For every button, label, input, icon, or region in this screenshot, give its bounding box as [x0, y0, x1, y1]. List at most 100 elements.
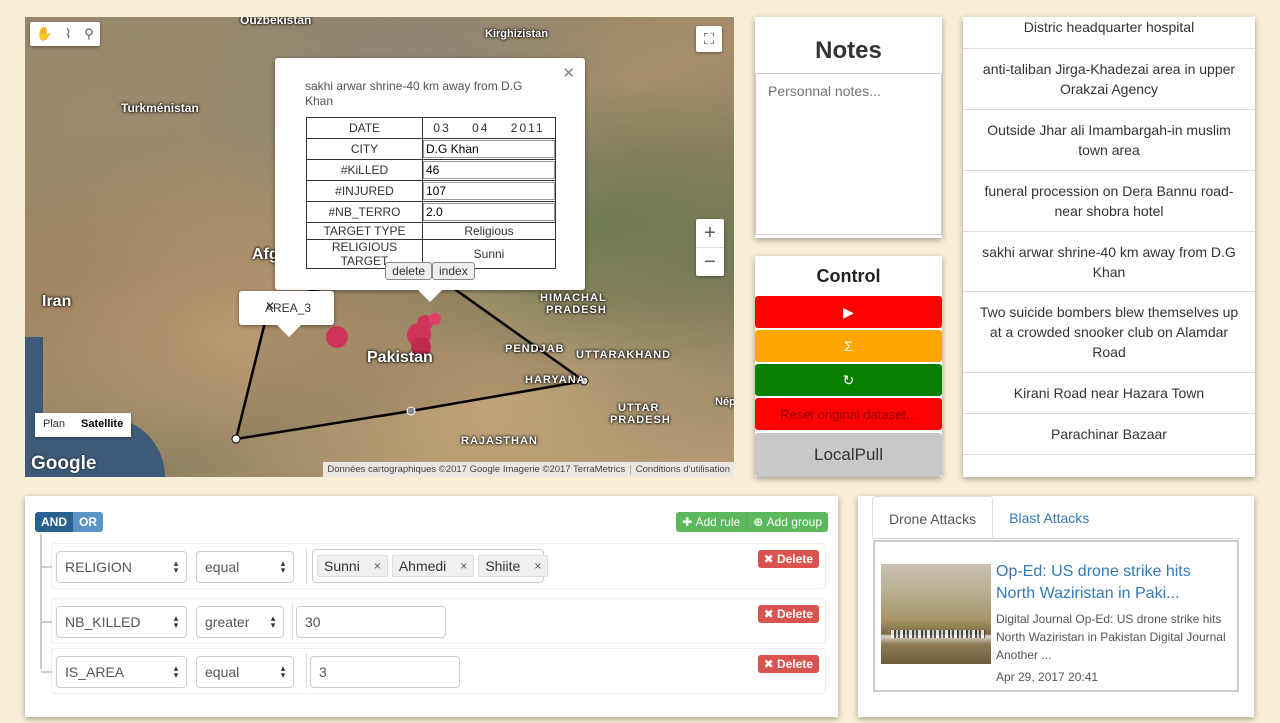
- map-attribution: Données cartographiques ©2017 Google Ima…: [323, 462, 734, 477]
- injured-label: #INJURED: [306, 180, 423, 202]
- article-title[interactable]: Op-Ed: US drone strike hits North Waziri…: [996, 561, 1226, 605]
- date-value[interactable]: 03 04 2011: [422, 117, 556, 139]
- tag-label: Ahmedi: [398, 558, 447, 574]
- map-type-control[interactable]: Plan Satellite: [35, 413, 132, 437]
- map-label-nepal: Nép: [715, 396, 734, 408]
- operator-select[interactable]: equal: [196, 551, 294, 583]
- news-article[interactable]: Op-Ed: US drone strike hits North Waziri…: [873, 540, 1239, 692]
- add-rule-label: Add rule: [695, 515, 741, 529]
- refresh-button[interactable]: ↻: [755, 364, 942, 396]
- attribution-text: Données cartographiques ©2017 Google Ima…: [327, 464, 626, 475]
- nb-terro-input[interactable]: [423, 203, 555, 221]
- map[interactable]: Ouzbékistan Kirghizistan Turkménistan Af…: [25, 17, 734, 477]
- remove-tag-icon[interactable]: ×: [460, 559, 467, 573]
- remove-tag-icon[interactable]: ×: [374, 559, 381, 573]
- delete-event-button[interactable]: delete: [385, 262, 432, 280]
- tab-drone-attacks[interactable]: Drone Attacks: [872, 496, 994, 538]
- google-logo: Google: [31, 453, 97, 474]
- value-input[interactable]: 3: [310, 656, 460, 688]
- list-item[interactable]: Distric headquarter hospital: [963, 17, 1255, 49]
- delete-label: Delete: [776, 657, 813, 671]
- map-label-uttarakhand: UTTARAKHAND: [576, 349, 672, 361]
- control-panel: Control ▶ Σ ↻ Reset original dataset... …: [755, 256, 942, 477]
- add-group-label: Add group: [766, 515, 822, 529]
- map-label-uzbekistan: Ouzbékistan: [240, 17, 312, 27]
- list-item[interactable]: anti-taliban Jirga-Khadezai area in uppe…: [963, 49, 1255, 110]
- map-label-himachal: HIMACHAL: [540, 292, 607, 304]
- map-label-haryana: HARYANA: [525, 374, 586, 386]
- city-input[interactable]: [423, 140, 555, 158]
- rule-row: IS_AREA equal 3 ✖ Delete: [41, 648, 826, 694]
- map-drawing-tools[interactable]: ✋ ⌇ ⚲: [30, 22, 100, 46]
- notes-title: Notes: [815, 37, 882, 64]
- list-item[interactable]: Kirani Road near Hazara Town: [963, 373, 1255, 414]
- map-label-pakistan: Pakistan: [367, 349, 433, 366]
- delete-label: Delete: [776, 607, 813, 621]
- delete-rule-button[interactable]: ✖ Delete: [757, 550, 819, 568]
- field-select[interactable]: NB_KILLED: [56, 606, 187, 638]
- operator-select[interactable]: equal: [196, 656, 294, 688]
- notes-textarea[interactable]: [755, 73, 942, 235]
- list-item[interactable]: Parachinar Bazaar: [963, 414, 1255, 455]
- localpull-button[interactable]: LocalPull: [755, 433, 942, 477]
- field-select[interactable]: IS_AREA: [56, 656, 187, 688]
- query-builder: AND OR ✚ Add rule ⊕ Add group RELIGION e…: [25, 496, 838, 717]
- polyline-icon[interactable]: ⌇: [65, 26, 71, 42]
- tag: Ahmedi ×: [391, 555, 475, 577]
- map-label-iran: Iran: [42, 293, 72, 310]
- list-item[interactable]: funeral procession on Dera Bannu road-ne…: [963, 171, 1255, 232]
- marker-icon[interactable]: ⚲: [84, 26, 94, 42]
- fullscreen-button[interactable]: ⛶: [696, 26, 722, 52]
- reset-dataset-button[interactable]: Reset original dataset...: [755, 398, 942, 430]
- list-item[interactable]: Outside Jhar ali Imambargah-in muslim to…: [963, 110, 1255, 171]
- news-panel: Drone Attacks Blast Attacks Op-Ed: US dr…: [858, 496, 1254, 717]
- info-window-title: sakhi arwar shrine-40 km away from D.G K…: [305, 79, 523, 108]
- delete-rule-button[interactable]: ✖ Delete: [757, 605, 819, 623]
- event-details-table: DATE 03 04 2011 CITY #KiLLED #INJURED #N…: [306, 117, 556, 269]
- map-type-plan[interactable]: Plan: [35, 413, 73, 437]
- rule-row: RELIGION equal Sunni × Ahmedi × Shiite × ✖ …: [41, 543, 826, 589]
- delete-rule-button[interactable]: ✖ Delete: [757, 655, 819, 673]
- injured-input[interactable]: [423, 182, 555, 200]
- zoom-out-button[interactable]: −: [696, 248, 724, 276]
- killed-label: #KiLLED: [306, 159, 423, 181]
- zoom-control[interactable]: + −: [696, 219, 724, 276]
- notes-panel: Notes: [755, 17, 942, 238]
- article-image[interactable]: [881, 564, 991, 664]
- sigma-icon: Σ: [844, 338, 853, 354]
- tag: Sunni ×: [317, 555, 388, 577]
- article-date: Apr 29, 2017 20:41: [996, 670, 1099, 684]
- add-group-button[interactable]: ⊕ Add group: [747, 512, 828, 532]
- value-tags[interactable]: Sunni × Ahmedi × Shiite ×: [312, 549, 549, 583]
- close-icon[interactable]: ✕: [562, 64, 575, 82]
- sum-button[interactable]: Σ: [755, 330, 942, 362]
- target-type-value: Religious: [422, 222, 556, 240]
- and-button[interactable]: AND: [35, 512, 73, 532]
- close-icon[interactable]: ✕: [265, 299, 326, 313]
- nb-terro-label: #NB_TERRO: [306, 201, 423, 223]
- tag: Shiite ×: [478, 555, 549, 577]
- killed-input[interactable]: [423, 161, 555, 179]
- target-type-label: TARGET TYPE: [306, 222, 423, 240]
- field-select[interactable]: RELIGION: [56, 551, 187, 583]
- map-label-turkmenistan: Turkménistan: [121, 101, 199, 115]
- delete-label: Delete: [776, 552, 813, 566]
- list-item[interactable]: sakhi arwar shrine-40 km away from D.G K…: [963, 232, 1255, 292]
- zoom-in-button[interactable]: +: [696, 219, 724, 248]
- add-rule-button[interactable]: ✚ Add rule: [676, 512, 748, 532]
- control-title: Control: [816, 266, 881, 286]
- logic-toggle[interactable]: AND OR: [35, 512, 103, 532]
- tab-blast-attacks[interactable]: Blast Attacks: [993, 496, 1105, 538]
- remove-tag-icon[interactable]: ×: [534, 559, 541, 573]
- hand-icon[interactable]: ✋: [36, 26, 52, 42]
- index-button[interactable]: index: [432, 262, 475, 280]
- play-button[interactable]: ▶: [755, 296, 942, 328]
- value-input[interactable]: 30: [296, 606, 446, 638]
- map-label-pradesh: PRADESH: [610, 414, 671, 426]
- or-button[interactable]: OR: [73, 512, 103, 532]
- list-item[interactable]: Two suicide bombers blew themselves up a…: [963, 292, 1255, 373]
- event-info-window: ✕ sakhi arwar shrine-40 km away from D.G…: [275, 58, 585, 302]
- operator-select[interactable]: greater: [196, 606, 284, 638]
- terms-link[interactable]: Conditions d'utilisation: [636, 464, 730, 475]
- map-type-satellite[interactable]: Satellite: [73, 413, 131, 437]
